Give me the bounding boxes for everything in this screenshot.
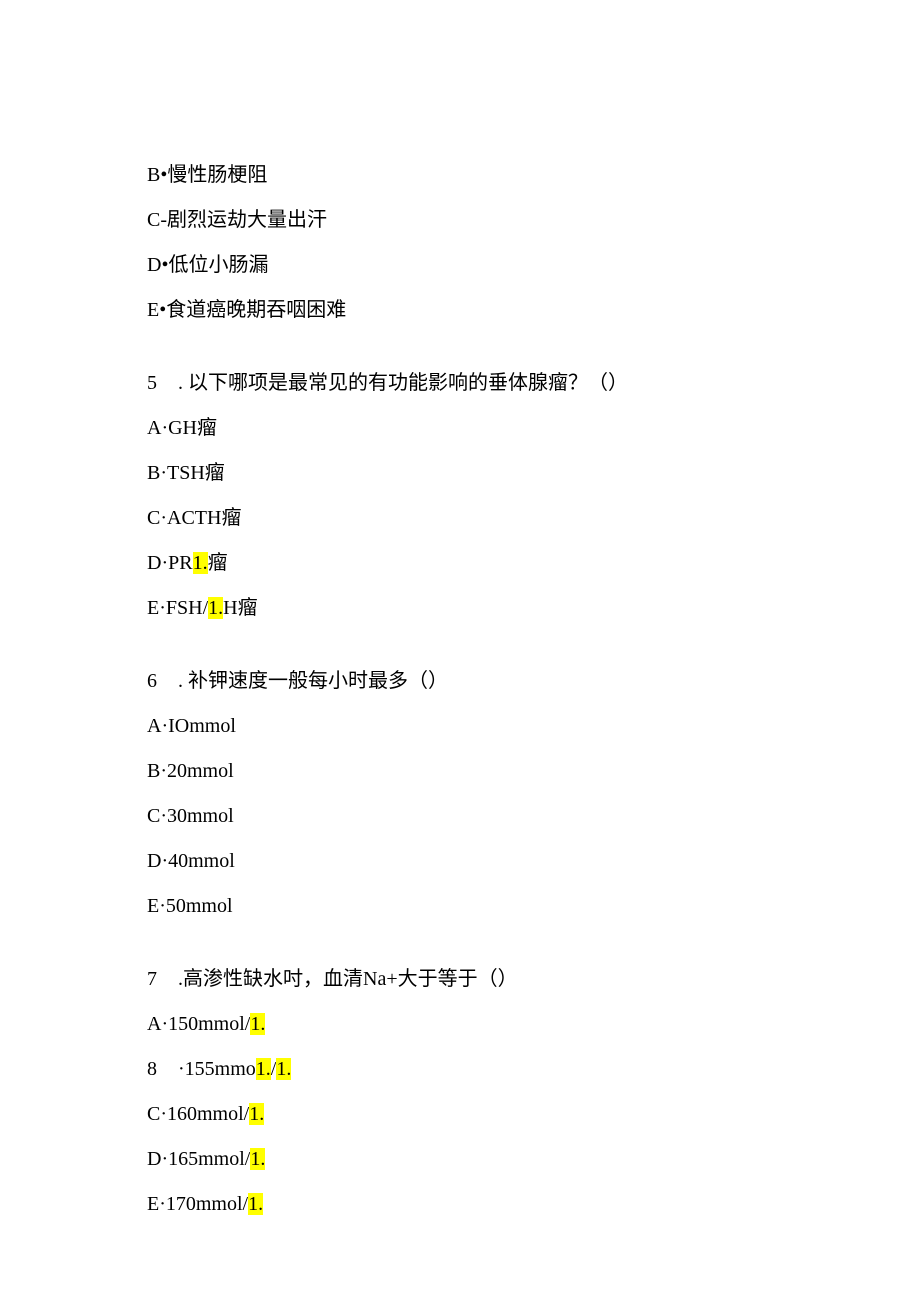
option-d: D·40mmol [147, 848, 787, 874]
document-page: B•慢性肠梗阻 C-剧烈运劫大量出汗 D•低位小肠漏 E•食道癌晚期吞咽困难 5… [0, 0, 787, 1217]
highlight: 1. [208, 597, 223, 619]
question-number: 6 [147, 668, 173, 694]
option-c: C·160mmol/1. [147, 1101, 787, 1127]
option-d: D•低位小肠漏 [147, 252, 787, 278]
highlight: 1. [193, 552, 208, 574]
option-c: C·ACTH瘤 [147, 505, 787, 531]
option-b-num: 8 [147, 1056, 173, 1082]
option-c: C-剧烈运劫大量出汗 [147, 207, 787, 233]
option-e: E•食道癌晚期吞咽困难 [147, 297, 787, 323]
highlight: 1. [276, 1058, 291, 1080]
option-c: C·30mmol [147, 803, 787, 829]
question-text: 补钾速度一般每小时最多（） [188, 670, 448, 692]
option-b-pre: 155mmo [185, 1058, 256, 1080]
question-5: 5 . 以下哪项是最常见的有功能影响的垂体腺瘤？（） [147, 370, 787, 396]
option-a: A·150mmol/1. [147, 1011, 787, 1037]
option-b: B•慢性肠梗阻 [147, 162, 787, 188]
question-text: 高渗性缺水吋，血清Na+大于等于（） [183, 968, 518, 990]
question-number: 5 [147, 370, 173, 396]
option-b-sep: · [173, 1058, 185, 1080]
option-d-pre: D·PR [147, 552, 193, 574]
option-c-pre: C·160mmol/ [147, 1103, 249, 1125]
highlight: 1. [250, 1013, 265, 1035]
question-number: 7 [147, 966, 173, 992]
option-b: B·TSH瘤 [147, 460, 787, 486]
highlight: 1. [249, 1103, 264, 1125]
question-text: 以下哪项是最常见的有功能影响的垂体腺瘤？（） [188, 372, 628, 394]
option-d-post: 瘤 [208, 552, 228, 574]
question-sep: . [173, 670, 183, 692]
option-a: A·IOmmol [147, 713, 787, 739]
question-6: 6 . 补钾速度一般每小时最多（） [147, 668, 787, 694]
option-e-pre: E·170mmol/ [147, 1193, 248, 1215]
option-a-pre: A·150mmol/ [147, 1013, 250, 1035]
option-e: E·FSH/1.H瘤 [147, 595, 787, 621]
option-d: D·PR1.瘤 [147, 550, 787, 576]
question-sep: . [173, 968, 183, 990]
option-e: E·170mmol/1. [147, 1191, 787, 1217]
highlight: 1. [256, 1058, 271, 1080]
option-b: 8 ·155mmo1./1. [147, 1056, 787, 1082]
option-d-pre: D·165mmol/ [147, 1148, 250, 1170]
option-a: A·GH瘤 [147, 415, 787, 441]
highlight: 1. [248, 1193, 263, 1215]
option-e-post: H瘤 [223, 597, 257, 619]
question-sep: . [173, 372, 183, 394]
highlight: 1. [250, 1148, 265, 1170]
option-d: D·165mmol/1. [147, 1146, 787, 1172]
option-e-pre: E·FSH/ [147, 597, 208, 619]
option-b: B·20mmol [147, 758, 787, 784]
option-e: E·50mmol [147, 893, 787, 919]
question-7: 7 .高渗性缺水吋，血清Na+大于等于（） [147, 966, 787, 992]
